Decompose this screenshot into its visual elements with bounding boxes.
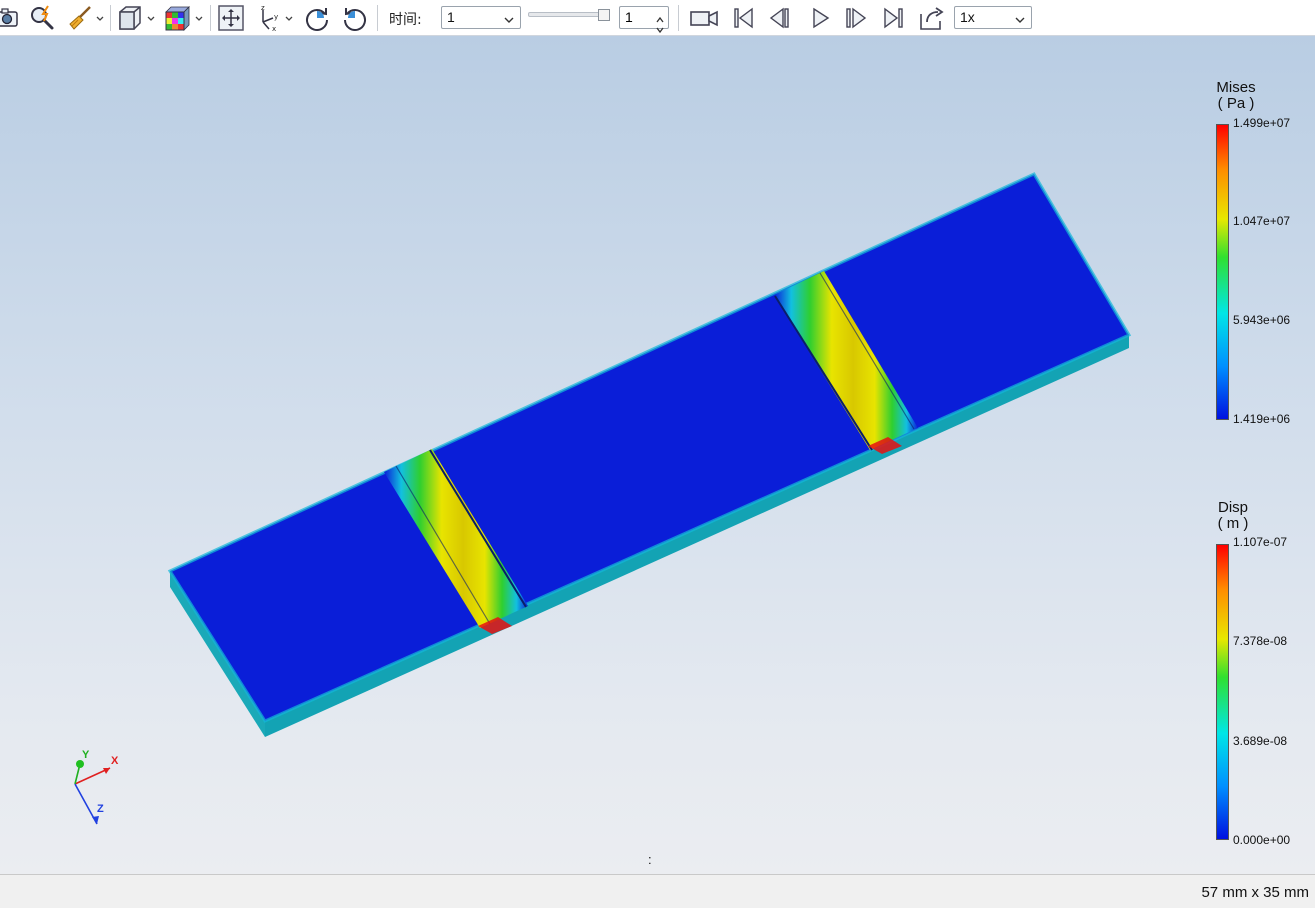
rotate-cw-icon[interactable] [303, 4, 331, 32]
colored-cube-dropdown-chevron-icon[interactable] [194, 12, 204, 24]
spinbox-value: 1 [625, 9, 633, 25]
disp-legend-title-line1: Disp [1217, 499, 1248, 516]
mises-tick-2: 1.047e+07 [1233, 214, 1291, 228]
axis-y-label: Y [82, 749, 90, 761]
skip-first-icon[interactable] [729, 4, 757, 32]
time-label: 时间: [389, 12, 422, 28]
svg-text:z: z [261, 4, 265, 12]
toolbar-divider [110, 5, 111, 31]
zoom-lightning-icon[interactable] [28, 4, 56, 32]
colored-cube-icon[interactable] [163, 4, 191, 32]
spin-down-icon[interactable] [655, 19, 665, 34]
axis-xyz-icon[interactable]: z y x [255, 4, 283, 32]
model-size-text: 57 mm x 35 mm [1201, 884, 1309, 901]
speed-select[interactable]: 1x [954, 6, 1032, 29]
viewport-center-text: : [648, 852, 652, 867]
disp-tick-max: 1.107e-07 [1233, 535, 1288, 549]
broom-dropdown-chevron-icon[interactable] [95, 12, 105, 24]
fea-model-render[interactable] [0, 36, 1315, 874]
chevron-down-icon [503, 11, 515, 23]
mises-color-bar [1216, 124, 1229, 420]
disp-color-bar [1216, 544, 1229, 840]
toolbar-divider [210, 5, 211, 31]
time-slider-thumb[interactable] [598, 9, 610, 21]
mises-tick-3: 5.943e+06 [1233, 313, 1291, 327]
rotate-ccw-icon[interactable] [341, 4, 369, 32]
cube-view-dropdown-chevron-icon[interactable] [146, 12, 156, 24]
record-camera-icon[interactable] [689, 4, 721, 32]
toolbar: z y x 时间: 1 1 1x [0, 0, 1315, 36]
mises-tick-max: 1.499e+07 [1233, 116, 1291, 130]
step-forward-icon[interactable] [842, 4, 870, 32]
svg-text:y: y [274, 13, 278, 21]
skip-last-icon[interactable] [880, 4, 908, 32]
chevron-down-icon [1014, 11, 1026, 23]
status-bar: 57 mm x 35 mm [0, 874, 1315, 908]
disp-legend-title: Disp ( m ) [1208, 500, 1258, 532]
time-select[interactable]: 1 [441, 6, 521, 29]
broom-icon[interactable] [66, 4, 94, 32]
toolbar-divider [377, 5, 378, 31]
axis-z-label: Z [97, 803, 104, 815]
plate-top-face [170, 174, 1129, 721]
mises-legend-title-line2: ( Pa ) [1217, 95, 1255, 112]
axis-triad: Y X Z [74, 749, 119, 825]
fit-view-icon[interactable] [217, 4, 245, 32]
export-icon[interactable] [918, 4, 946, 32]
spin-up-icon[interactable] [655, 9, 665, 23]
svg-text:x: x [272, 25, 276, 32]
disp-tick-min: 0.000e+00 [1233, 833, 1291, 847]
3d-viewport[interactable]: Mises ( Pa ) 1.499e+07 1.047e+07 5.943e+… [0, 36, 1315, 874]
disp-tick-2: 7.378e-08 [1233, 634, 1288, 648]
play-icon[interactable] [806, 4, 834, 32]
step-back-icon[interactable] [766, 4, 794, 32]
mises-legend-title: Mises ( Pa ) [1208, 80, 1264, 112]
axis-dropdown-chevron-icon[interactable] [284, 12, 294, 24]
camera-icon[interactable] [0, 4, 22, 32]
axis-x-label: X [111, 755, 119, 767]
time-select-value: 1 [447, 9, 455, 25]
disp-tick-3: 3.689e-08 [1233, 734, 1288, 748]
speed-select-value: 1x [960, 9, 975, 25]
cube-view-icon[interactable] [116, 4, 144, 32]
mises-tick-min: 1.419e+06 [1233, 412, 1291, 426]
mises-legend-title-line1: Mises [1216, 79, 1256, 96]
time-slider-track[interactable] [528, 12, 608, 17]
disp-legend-title-line2: ( m ) [1217, 515, 1249, 532]
toolbar-divider [678, 5, 679, 31]
time-step-spinbox[interactable]: 1 [619, 6, 669, 34]
